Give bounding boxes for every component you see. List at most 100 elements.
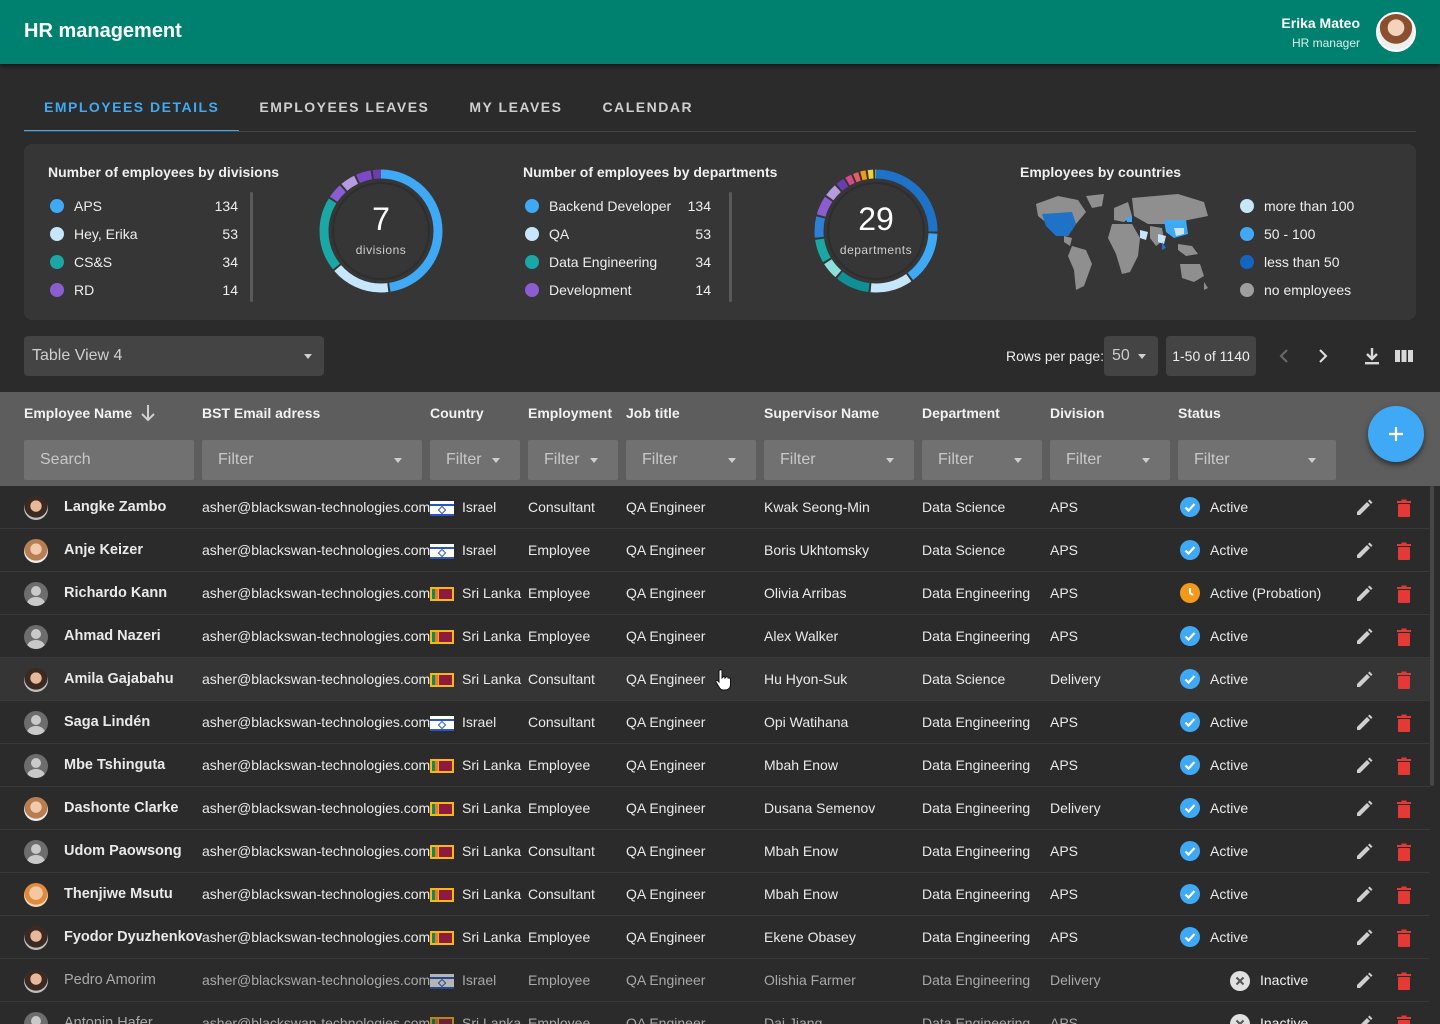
- rows-per-page-select[interactable]: 50: [1104, 336, 1158, 376]
- delete-trash-icon[interactable]: [1393, 841, 1415, 863]
- employee-name[interactable]: Fyodor Dyuzhenkov: [64, 929, 203, 945]
- delete-trash-icon[interactable]: [1393, 497, 1415, 519]
- employee-name[interactable]: Antonin Hafer: [64, 1015, 153, 1024]
- delete-trash-icon[interactable]: [1393, 626, 1415, 648]
- employee-name[interactable]: Thenjiwe Msutu: [64, 886, 173, 902]
- user-avatar[interactable]: [1376, 12, 1416, 52]
- table-row[interactable]: Dashonte Clarke asher@blackswan-technolog…: [0, 787, 1430, 830]
- column-country[interactable]: Country: [430, 405, 484, 421]
- delete-trash-icon[interactable]: [1393, 884, 1415, 906]
- employee-name[interactable]: Saga Lindén: [64, 714, 150, 730]
- employee-name[interactable]: Langke Zambo: [64, 499, 166, 515]
- table-row[interactable]: Pedro Amorim asher@blackswan-technologies…: [0, 959, 1430, 1002]
- employee-division: APS: [1050, 542, 1079, 558]
- job-title-filter[interactable]: Filter: [626, 440, 756, 480]
- employee-name[interactable]: Dashonte Clarke: [64, 800, 178, 816]
- filter-row: Search Filter Filter Filter Filter Filte…: [0, 434, 1440, 486]
- edit-pencil-icon[interactable]: [1353, 583, 1375, 605]
- filter-placeholder: Filter: [642, 451, 678, 468]
- edit-pencil-icon[interactable]: [1353, 1013, 1375, 1024]
- delete-trash-icon[interactable]: [1393, 755, 1415, 777]
- column-status[interactable]: Status: [1178, 405, 1221, 421]
- columns-icon[interactable]: [1392, 344, 1416, 368]
- employee-name[interactable]: Ahmad Nazeri: [64, 628, 161, 644]
- delete-trash-icon[interactable]: [1393, 970, 1415, 992]
- employee-name[interactable]: Mbe Tshinguta: [64, 757, 165, 773]
- sri-lanka-flag-icon: [430, 1017, 454, 1024]
- column-employment[interactable]: Employment: [528, 405, 612, 421]
- table-row[interactable]: Ahmad Nazeri asher@blackswan-technologies…: [0, 615, 1430, 658]
- table-row[interactable]: Mbe Tshinguta asher@blackswan-technologie…: [0, 744, 1430, 787]
- edit-pencil-icon[interactable]: [1353, 626, 1375, 648]
- edit-pencil-icon[interactable]: [1353, 970, 1375, 992]
- legend-scrollbar[interactable]: [729, 192, 732, 302]
- supervisor-filter[interactable]: Filter: [764, 440, 914, 480]
- next-page-icon[interactable]: [1311, 344, 1335, 368]
- world-map[interactable]: [1028, 190, 1218, 302]
- download-icon[interactable]: [1360, 344, 1384, 368]
- delete-trash-icon[interactable]: [1393, 1013, 1415, 1024]
- legend-scrollbar[interactable]: [250, 192, 253, 302]
- search-input[interactable]: Search: [24, 440, 194, 480]
- tab-calendar[interactable]: CALENDAR: [583, 84, 714, 132]
- column-division[interactable]: Division: [1050, 405, 1104, 421]
- column-job-title[interactable]: Job title: [626, 405, 680, 421]
- column-department[interactable]: Department: [922, 405, 1000, 421]
- sort-arrow-down-icon[interactable]: [136, 401, 160, 425]
- legend-dot: [50, 227, 64, 241]
- employee-name[interactable]: Udom Paowsong: [64, 843, 182, 859]
- edit-pencil-icon[interactable]: [1353, 884, 1375, 906]
- table-row[interactable]: Antonin Hafer asher@blackswan-technologie…: [0, 1002, 1430, 1024]
- inactive-status-icon: [1230, 1014, 1250, 1024]
- table-scrollbar[interactable]: [1430, 486, 1434, 786]
- delete-trash-icon[interactable]: [1393, 540, 1415, 562]
- employee-division: APS: [1050, 628, 1079, 644]
- table-row[interactable]: Anje Keizer asher@blackswan-technologies.…: [0, 529, 1430, 572]
- legend-value: 14: [222, 282, 238, 298]
- table-view-select[interactable]: Table View 4: [24, 336, 324, 376]
- table-row[interactable]: Langke Zambo asher@blackswan-technologies…: [0, 486, 1430, 529]
- edit-pencil-icon[interactable]: [1353, 497, 1375, 519]
- email-filter[interactable]: Filter: [202, 440, 422, 480]
- division-filter[interactable]: Filter: [1050, 440, 1170, 480]
- department-filter[interactable]: Filter: [922, 440, 1042, 480]
- tab-employees-leaves[interactable]: EMPLOYEES LEAVES: [239, 84, 449, 132]
- edit-pencil-icon[interactable]: [1353, 669, 1375, 691]
- employee-name[interactable]: Anje Keizer: [64, 542, 143, 558]
- table-row[interactable]: Saga Lindén asher@blackswan-technologies.…: [0, 701, 1430, 744]
- employee-name[interactable]: Pedro Amorim: [64, 972, 156, 988]
- status-filter[interactable]: Filter: [1178, 440, 1336, 480]
- employee-name[interactable]: Amila Gajabahu: [64, 671, 174, 687]
- employee-email: asher@blackswan-technologies.com: [202, 800, 431, 816]
- employee-supervisor: Dai Jiang: [764, 1015, 823, 1024]
- table-row[interactable]: Udom Paowsong asher@blackswan-technologie…: [0, 830, 1430, 873]
- add-employee-button[interactable]: [1368, 406, 1424, 462]
- edit-pencil-icon[interactable]: [1353, 841, 1375, 863]
- delete-trash-icon[interactable]: [1393, 712, 1415, 734]
- column-email[interactable]: BST Email adress: [202, 405, 320, 421]
- delete-trash-icon[interactable]: [1393, 669, 1415, 691]
- countries-title: Employees by countries: [1020, 164, 1182, 180]
- delete-trash-icon[interactable]: [1393, 583, 1415, 605]
- column-supervisor[interactable]: Supervisor Name: [764, 405, 879, 421]
- column-employee-name[interactable]: Employee Name: [24, 405, 132, 421]
- edit-pencil-icon[interactable]: [1353, 540, 1375, 562]
- edit-pencil-icon[interactable]: [1353, 755, 1375, 777]
- edit-pencil-icon[interactable]: [1353, 798, 1375, 820]
- employee-status: Active: [1210, 542, 1249, 558]
- tab-my-leaves[interactable]: MY LEAVES: [449, 84, 582, 132]
- prev-page-icon[interactable]: [1272, 344, 1296, 368]
- tab-employees-details[interactable]: EMPLOYEES DETAILS: [24, 84, 240, 132]
- country-filter[interactable]: Filter: [430, 440, 520, 480]
- table-row[interactable]: Richardo Kann asher@blackswan-technologie…: [0, 572, 1430, 615]
- edit-pencil-icon[interactable]: [1353, 712, 1375, 734]
- delete-trash-icon[interactable]: [1393, 798, 1415, 820]
- employment-filter[interactable]: Filter: [528, 440, 618, 480]
- edit-pencil-icon[interactable]: [1353, 927, 1375, 949]
- table-row[interactable]: Thenjiwe Msutu asher@blackswan-technologi…: [0, 873, 1430, 916]
- user-name[interactable]: Erika Mateo: [1281, 15, 1360, 31]
- table-row[interactable]: Fyodor Dyuzhenkov asher@blackswan-technol…: [0, 916, 1430, 959]
- employee-name[interactable]: Richardo Kann: [64, 585, 167, 601]
- delete-trash-icon[interactable]: [1393, 927, 1415, 949]
- filter-placeholder: Filter: [938, 451, 974, 468]
